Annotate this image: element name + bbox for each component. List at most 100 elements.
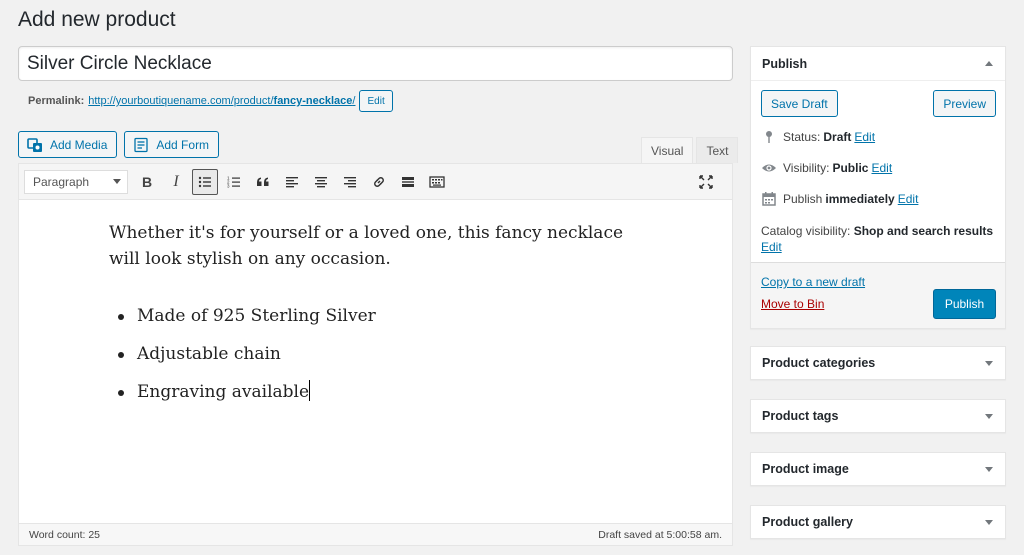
product-title-input[interactable]: Silver Circle Necklace (18, 46, 733, 81)
link-icon (374, 176, 384, 187)
svg-text:3: 3 (227, 183, 230, 188)
align-right-button[interactable] (337, 169, 363, 195)
bullet-list-button[interactable] (192, 168, 218, 195)
expand-arrow-icon[interactable] (985, 519, 993, 525)
format-select-value: Paragraph (33, 174, 90, 189)
add-media-label: Add Media (50, 137, 108, 152)
move-to-bin-link[interactable]: Move to Bin (761, 297, 824, 311)
product-image-box: Product image (750, 452, 1006, 486)
publish-actions: Save Draft Preview (761, 90, 996, 117)
tab-text[interactable]: Text (696, 137, 739, 163)
product-gallery-heading: Product gallery (762, 515, 853, 529)
publish-box-header[interactable]: Publish (751, 47, 1005, 81)
link-button[interactable] (366, 169, 392, 195)
calendar-icon (762, 192, 776, 206)
visibility-edit-link[interactable]: Edit (871, 161, 892, 175)
blockquote-icon (257, 177, 269, 186)
blockquote-button[interactable] (250, 169, 276, 195)
product-tags-header[interactable]: Product tags (751, 400, 1005, 432)
align-left-icon (286, 176, 298, 187)
copy-to-draft-link[interactable]: Copy to a new draft (761, 275, 865, 289)
list-item-last: Engraving available (118, 379, 629, 405)
publish-label: Publish (783, 192, 823, 206)
add-media-button[interactable]: Add Media (18, 131, 118, 158)
align-center-button[interactable] (308, 169, 334, 195)
media-icon (27, 137, 42, 152)
permalink-slug: fancy-necklace (273, 95, 353, 107)
permalink-label: Permalink: (28, 95, 85, 107)
expand-arrow-icon[interactable] (985, 360, 993, 366)
product-categories-header[interactable]: Product categories (751, 347, 1005, 379)
form-icon (134, 137, 149, 152)
italic-button[interactable]: I (163, 169, 189, 195)
pin-icon (766, 131, 772, 143)
list-item: Made of 925 Sterling Silver (118, 303, 629, 329)
read-more-icon (402, 176, 414, 187)
text-cursor (309, 380, 311, 401)
visibility-row: Visibility: Public Edit (761, 160, 892, 176)
editor-tabs: Visual Text (641, 137, 739, 163)
editor-statusbar: Word count: 25 Draft saved at 5:00:58 am… (19, 523, 732, 545)
format-select[interactable]: Paragraph (24, 169, 128, 194)
bold-button[interactable]: B (134, 169, 160, 195)
list-item: Adjustable chain (118, 341, 629, 367)
bullet-list-icon (198, 176, 211, 187)
save-draft-button[interactable]: Save Draft (761, 90, 838, 117)
permalink-trail: / (352, 95, 356, 107)
list-item-text: Engraving available (137, 382, 310, 402)
align-center-icon (315, 176, 327, 187)
align-left-button[interactable] (279, 169, 305, 195)
page-title: Add new product (18, 8, 176, 31)
product-tags-heading: Product tags (762, 409, 839, 423)
permalink-base: http://yourboutiquename.com/product/ (88, 95, 274, 107)
catalog-visibility-row: Catalog visibility: Shop and search resu… (761, 223, 997, 255)
status-value: Draft (823, 130, 852, 144)
product-gallery-header[interactable]: Product gallery (751, 506, 1005, 538)
catalog-edit-link[interactable]: Edit (761, 240, 782, 254)
visibility-value: Public (832, 161, 869, 175)
fullscreen-button[interactable] (693, 169, 719, 195)
numbered-list-button[interactable]: 123 (221, 169, 247, 195)
fullscreen-icon (699, 175, 713, 189)
publish-button[interactable]: Publish (933, 289, 996, 319)
expand-arrow-icon[interactable] (985, 466, 993, 472)
description-paragraph: Whether it's for yourself or a loved one… (109, 223, 624, 269)
collapse-arrow-icon[interactable] (985, 61, 993, 66)
numbered-list-icon: 123 (227, 175, 240, 188)
visibility-label: Visibility: (783, 161, 830, 175)
editor-content[interactable]: Whether it's for yourself or a loved one… (109, 220, 629, 417)
schedule-row: Publish immediately Edit (761, 191, 918, 207)
add-form-button[interactable]: Add Form (124, 131, 220, 158)
draft-saved-status: Draft saved at 5:00:58 am. (598, 528, 722, 541)
read-more-button[interactable] (395, 169, 421, 195)
preview-button[interactable]: Preview (933, 90, 996, 117)
product-image-header[interactable]: Product image (751, 453, 1005, 485)
tab-visual[interactable]: Visual (641, 137, 694, 163)
status-label: Status: (783, 130, 821, 144)
product-categories-box: Product categories (750, 346, 1006, 380)
permalink-link[interactable]: http://yourboutiquename.com/product/fanc… (88, 95, 355, 107)
product-tags-box: Product tags (750, 399, 1006, 433)
italic-icon: I (173, 172, 179, 190)
catalog-label: Catalog visibility: (761, 224, 851, 238)
catalog-value: Shop and search results (853, 224, 994, 238)
feature-list: Made of 925 Sterling Silver Adjustable c… (109, 303, 629, 405)
publish-box: Publish Save Draft Preview Status: Draft… (750, 46, 1006, 329)
align-right-icon (344, 176, 356, 187)
publish-value: immediately (825, 192, 895, 206)
permalink-row: Permalink: http://yourboutiquename.com/p… (28, 89, 393, 113)
status-edit-link[interactable]: Edit (854, 130, 875, 144)
product-gallery-box: Product gallery (750, 505, 1006, 539)
product-categories-heading: Product categories (762, 356, 876, 370)
publish-edit-link[interactable]: Edit (898, 192, 919, 206)
toolbar-toggle-button[interactable] (424, 169, 450, 195)
expand-arrow-icon[interactable] (985, 413, 993, 419)
product-image-heading: Product image (762, 462, 849, 476)
content-editor: Paragraph B I 123 Whether it's for yours… (18, 163, 733, 546)
word-count: Word count: 25 (29, 528, 101, 541)
publish-heading: Publish (762, 56, 808, 71)
publish-footer: Copy to a new draft Move to Bin Publish (751, 262, 1005, 328)
media-buttons: Add Media Add Form (18, 131, 220, 158)
permalink-edit-button[interactable]: Edit (359, 90, 393, 112)
add-form-label: Add Form (156, 137, 210, 152)
